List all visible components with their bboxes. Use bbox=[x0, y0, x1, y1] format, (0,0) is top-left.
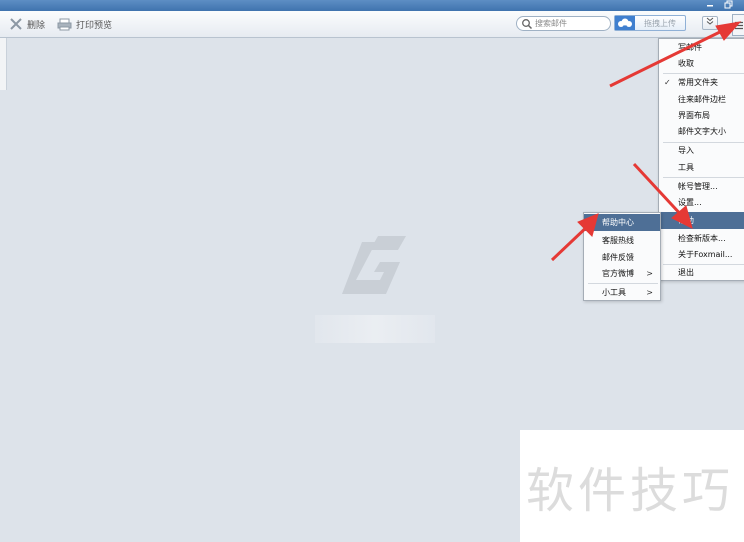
cloud-icon bbox=[615, 16, 635, 30]
minimize-button[interactable] bbox=[704, 0, 716, 11]
search-icon bbox=[522, 18, 533, 29]
menu-item-check-update[interactable]: 检查新版本... bbox=[659, 230, 744, 247]
main-menu-button[interactable] bbox=[732, 14, 744, 36]
menu-item-font-size[interactable]: 邮件文字大小 bbox=[659, 123, 744, 140]
minimize-icon bbox=[707, 5, 713, 7]
menu-item-contact-sidebar[interactable]: 往来邮件边栏 bbox=[659, 91, 744, 108]
folder-pane-edge bbox=[0, 38, 7, 90]
toolbar: 删除 打印预览 拖拽上传 bbox=[0, 11, 744, 38]
menu-item-account-management[interactable]: 帐号管理... bbox=[659, 178, 744, 195]
help-submenu: 帮助中心 客服热线 邮件反馈 官方微博 > 小工具 > bbox=[583, 212, 661, 301]
delete-button[interactable]: 删除 bbox=[9, 16, 45, 32]
restore-button[interactable] bbox=[722, 0, 734, 11]
menu-item-settings[interactable]: 设置... bbox=[659, 194, 744, 211]
print-preview-label: 打印预览 bbox=[76, 20, 113, 31]
menu-item-import[interactable]: 导入 bbox=[659, 142, 744, 159]
menu-item-about[interactable]: 关于Foxmail... bbox=[659, 246, 744, 263]
submenu-item-help-center[interactable]: 帮助中心 bbox=[584, 214, 660, 231]
watermark-text: 软件技巧 bbox=[526, 463, 735, 519]
delete-label: 删除 bbox=[27, 20, 46, 31]
submenu-item-mail-feedback[interactable]: 邮件反馈 bbox=[584, 249, 660, 266]
print-preview-button[interactable]: 打印预览 bbox=[57, 16, 112, 32]
title-bar bbox=[0, 0, 744, 11]
menu-item-layout[interactable]: 界面布局 bbox=[659, 107, 744, 124]
submenu-item-mini-tools[interactable]: 小工具 > bbox=[584, 284, 660, 301]
main-menu: 写邮件 收取 ✓ 常用文件夹 往来邮件边栏 界面布局 邮件文字大小 导入 工具 帐… bbox=[658, 38, 744, 281]
submenu-item-official-weibo[interactable]: 官方微博 > bbox=[584, 265, 660, 282]
delete-icon bbox=[10, 18, 22, 30]
search-input[interactable] bbox=[533, 19, 605, 28]
menu-item-receive[interactable]: 收取 bbox=[659, 55, 744, 72]
chevron-double-down-icon bbox=[706, 17, 714, 25]
menu-item-exit[interactable]: 退出 bbox=[659, 264, 744, 281]
search-box[interactable] bbox=[516, 16, 611, 31]
restore-icon bbox=[724, 0, 732, 9]
menu-icon bbox=[735, 21, 743, 30]
menu-item-compose[interactable]: 写邮件 bbox=[659, 39, 744, 56]
drag-upload-button[interactable]: 拖拽上传 bbox=[614, 15, 686, 31]
content-placeholder bbox=[315, 315, 435, 343]
menu-item-common-folders[interactable]: ✓ 常用文件夹 bbox=[659, 74, 744, 91]
foxmail-logo-icon bbox=[340, 232, 412, 307]
chevron-right-icon: > bbox=[646, 269, 653, 278]
submenu-item-service-hotline[interactable]: 客服热线 bbox=[584, 232, 660, 249]
expand-button[interactable] bbox=[702, 16, 718, 30]
check-icon: ✓ bbox=[664, 78, 671, 87]
menu-item-help[interactable]: 帮助 bbox=[659, 212, 744, 229]
chevron-right-icon: > bbox=[646, 288, 653, 297]
menu-item-tools[interactable]: 工具 bbox=[659, 159, 744, 176]
drag-upload-label: 拖拽上传 bbox=[644, 18, 676, 28]
printer-icon bbox=[57, 18, 72, 30]
